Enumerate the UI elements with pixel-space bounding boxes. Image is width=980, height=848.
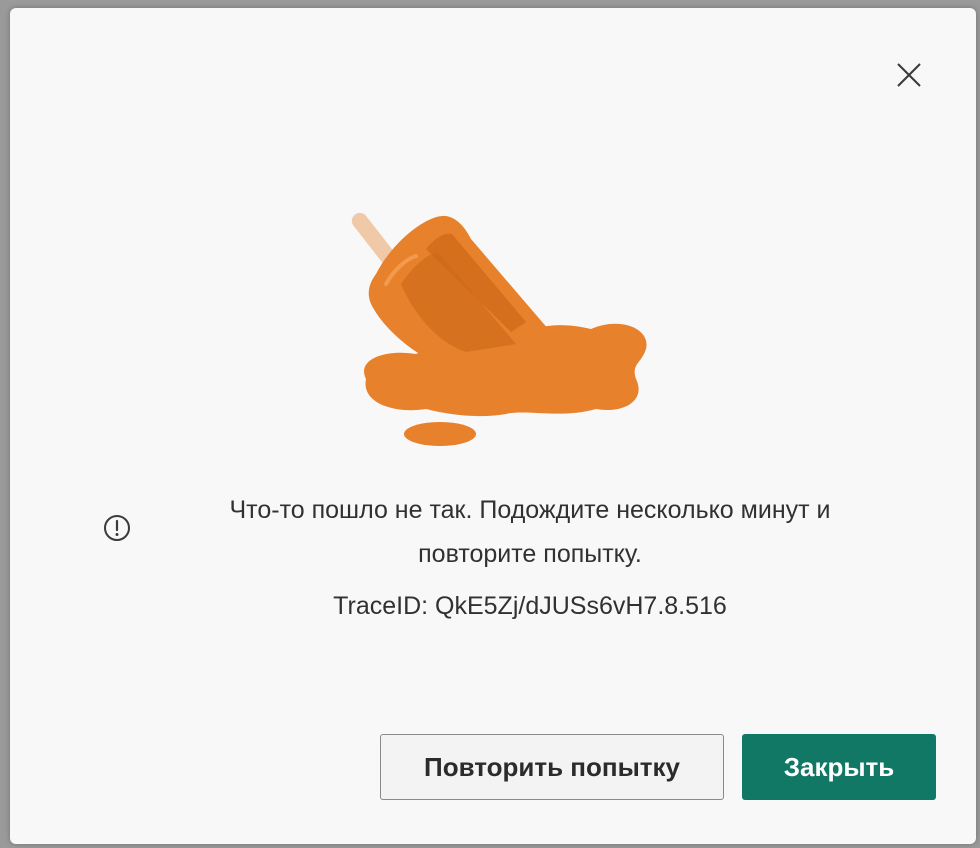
- error-message: Что-то пошло не так. Подождите несколько…: [229, 496, 831, 568]
- close-button[interactable]: Закрыть: [742, 734, 936, 800]
- close-icon[interactable]: [894, 60, 924, 90]
- info-icon: [103, 514, 131, 542]
- melted-popsicle-illustration: [346, 204, 656, 454]
- retry-button[interactable]: Повторить попытку: [380, 734, 724, 800]
- trace-id: TraceID: QkE5Zj/dJUSs6vH7.8.516: [333, 592, 727, 620]
- error-dialog: Что-то пошло не так. Подождите несколько…: [10, 8, 976, 844]
